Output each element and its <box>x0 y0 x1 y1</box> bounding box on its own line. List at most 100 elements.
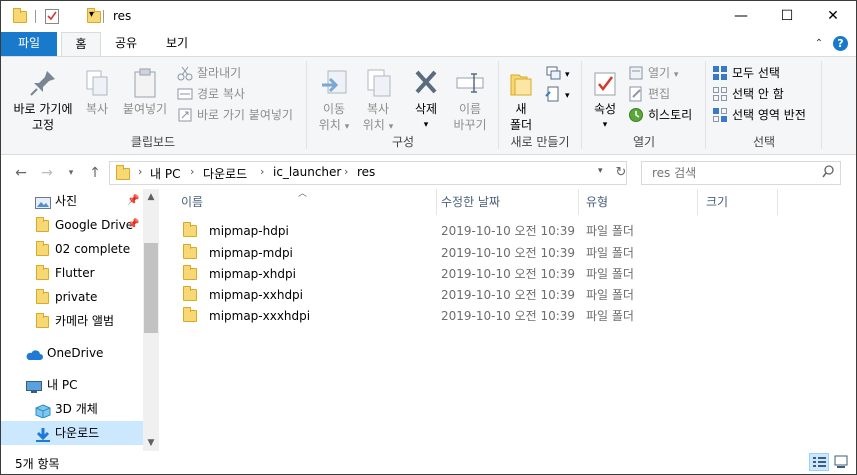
select-all-button[interactable]: 모두 선택 <box>712 63 780 83</box>
refresh-icon[interactable]: ↻ <box>611 163 631 183</box>
back-arrow-icon[interactable]: ← <box>11 163 31 183</box>
scroll-down-arrow-icon[interactable]: ▼ <box>143 435 159 451</box>
chevron-right-icon[interactable]: › <box>190 165 194 178</box>
new-folder-button[interactable]: 새 폴더 <box>503 67 539 133</box>
breadcrumb-res[interactable]: res <box>357 165 375 179</box>
pictures-icon <box>35 194 51 209</box>
scrollbar-thumb[interactable] <box>144 243 158 333</box>
nav-item-pictures[interactable]: 사진 📌 <box>1 189 143 213</box>
file-type: 파일 폴더 <box>586 224 634 238</box>
tab-share[interactable]: 공유 <box>105 32 147 56</box>
delete-button[interactable]: 삭제 ▾ <box>405 67 447 133</box>
ribbon-tabs: 파일 홈 공유 보기 ⌃ ? <box>1 32 856 57</box>
nav-item-label: private <box>55 290 98 304</box>
clipboard-group-label: 클립보드 <box>130 135 176 149</box>
nav-item-camera-album[interactable]: 카메라 앨범 <box>1 309 143 333</box>
nav-item-onedrive[interactable]: OneDrive <box>1 341 143 365</box>
tab-home[interactable]: 홈 <box>61 32 101 57</box>
file-modified: 2019-10-10 오전 10:39 <box>441 309 576 323</box>
details-view-icon[interactable] <box>809 453 829 471</box>
properties-quick-icon[interactable] <box>45 9 59 24</box>
column-header-modified[interactable]: 수정한 날짜 <box>433 189 579 215</box>
pin-quick-access-button[interactable]: 바로 가기에 고정 <box>7 67 79 133</box>
open-button[interactable]: 열기 ▾ <box>628 63 678 83</box>
cut-button[interactable]: 잘라내기 <box>177 63 241 83</box>
rename-button[interactable]: 이름 바꾸기 <box>447 67 493 133</box>
nav-item-flutter[interactable]: Flutter <box>1 261 143 285</box>
select-none-button[interactable]: 선택 안 함 <box>712 84 784 104</box>
breadcrumb-ic-launcher[interactable]: ic_launcher <box>273 165 341 179</box>
large-icons-view-icon[interactable] <box>831 453 851 471</box>
nav-item-private[interactable]: private <box>1 285 143 309</box>
tab-view[interactable]: 보기 <box>153 32 201 56</box>
column-header-type[interactable]: 유형 <box>578 189 698 215</box>
pin-icon: 📌 <box>127 219 140 230</box>
nav-item-this-pc[interactable]: 내 PC <box>1 373 143 397</box>
move-to-button[interactable]: 이동 위치 ▾ <box>313 67 355 135</box>
file-modified: 2019-10-10 오전 10:39 <box>441 288 576 302</box>
customize-quick-access-icon[interactable]: ▾ <box>89 9 94 27</box>
open-icon <box>628 65 644 81</box>
column-header-size[interactable]: 크기 <box>698 189 778 215</box>
help-icon[interactable]: ? <box>833 36 848 51</box>
recent-locations-icon[interactable]: ▾ <box>61 163 81 183</box>
file-name: mipmap-xxhdpi <box>209 288 304 302</box>
nav-item-google-drive[interactable]: Google Drive 📌 <box>1 213 143 237</box>
navigation-scrollbar[interactable]: ▲ ▼ <box>143 189 159 451</box>
paste-button[interactable]: 붙여넣기 <box>119 67 171 117</box>
nav-item-label: 02 complete <box>55 242 131 256</box>
copy-button[interactable]: 복사 <box>79 67 115 117</box>
tab-file[interactable]: 파일 <box>1 32 57 56</box>
new-group: 새 폴더 ▾ ▾ 새로 만들기 <box>501 57 579 154</box>
column-header-name[interactable]: 이름 <box>173 189 437 215</box>
maximize-button[interactable]: ☐ <box>764 1 810 32</box>
paste-shortcut-button[interactable]: 바로 가기 붙여넣기 <box>177 105 293 125</box>
chevron-right-icon[interactable]: › <box>344 165 348 178</box>
delete-label: 삭제 <box>414 102 438 116</box>
nav-item-label: 사진 <box>55 194 78 208</box>
pc-icon <box>25 378 42 393</box>
table-row[interactable]: mipmap-xhdpi 2019-10-10 오전 10:39 파일 폴더 <box>169 263 789 285</box>
open-label: 열기 <box>648 66 671 80</box>
table-row[interactable]: mipmap-xxhdpi 2019-10-10 오전 10:39 파일 폴더 <box>169 284 789 306</box>
new-folder-icon <box>505 67 537 99</box>
copy-to-button[interactable]: 복사 위치 ▾ <box>357 67 399 135</box>
edit-button[interactable]: 편집 <box>628 84 670 104</box>
forward-arrow-icon[interactable]: → <box>37 163 57 183</box>
chevron-down-icon: ▾ <box>602 120 608 130</box>
table-row[interactable]: mipmap-mdpi 2019-10-10 오전 10:39 파일 폴더 <box>169 242 789 264</box>
up-arrow-icon[interactable]: ↑ <box>85 163 105 183</box>
nav-item-02-complete[interactable]: 02 complete <box>1 237 143 261</box>
breadcrumb-downloads[interactable]: 다운로드 <box>203 165 247 182</box>
history-label: 히스토리 <box>648 108 693 122</box>
close-button[interactable]: ✕ <box>810 1 856 32</box>
chevron-down-icon: ▾ <box>565 91 570 101</box>
collapse-ribbon-icon[interactable]: ⌃ <box>812 37 826 51</box>
minimize-button[interactable]: — <box>718 1 764 32</box>
title-bar: ▾ res — ☐ ✕ <box>1 1 856 32</box>
breadcrumb-this-pc[interactable]: 내 PC <box>150 165 180 182</box>
table-row[interactable]: mipmap-xxxhdpi 2019-10-10 오전 10:39 파일 폴더 <box>169 305 789 327</box>
easy-access-button[interactable]: ▾ <box>545 84 570 104</box>
invert-selection-button[interactable]: 선택 영역 반전 <box>712 105 806 125</box>
nav-item-downloads[interactable]: 다운로드 <box>1 421 143 445</box>
history-button[interactable]: 히스토리 <box>628 105 692 125</box>
select-group-label: 선택 <box>752 135 776 149</box>
nav-item-3d-objects[interactable]: 3D 개체 <box>1 397 143 421</box>
scroll-up-arrow-icon[interactable]: ▲ <box>143 189 159 205</box>
select-none-label: 선택 안 함 <box>732 87 784 101</box>
chevron-right-icon[interactable]: › <box>260 165 264 178</box>
address-bar[interactable]: › 내 PC › 다운로드 › ic_launcher › res ▾ <box>109 161 627 185</box>
chevron-right-icon[interactable]: › <box>138 165 142 178</box>
table-row[interactable]: mipmap-hdpi 2019-10-10 오전 10:39 파일 폴더 <box>169 220 789 242</box>
search-input[interactable] <box>652 163 822 183</box>
organize-group-label: 구성 <box>391 135 415 149</box>
search-box[interactable] <box>641 161 841 185</box>
address-dropdown-icon[interactable]: ▾ <box>598 166 603 176</box>
new-item-button[interactable]: ▾ <box>545 63 570 83</box>
copy-path-button[interactable]: 경로 복사 <box>177 84 245 104</box>
folder-icon <box>36 217 49 232</box>
search-icon[interactable] <box>822 165 834 181</box>
properties-icon <box>589 67 621 99</box>
properties-button[interactable]: 속성 ▾ <box>586 67 624 133</box>
